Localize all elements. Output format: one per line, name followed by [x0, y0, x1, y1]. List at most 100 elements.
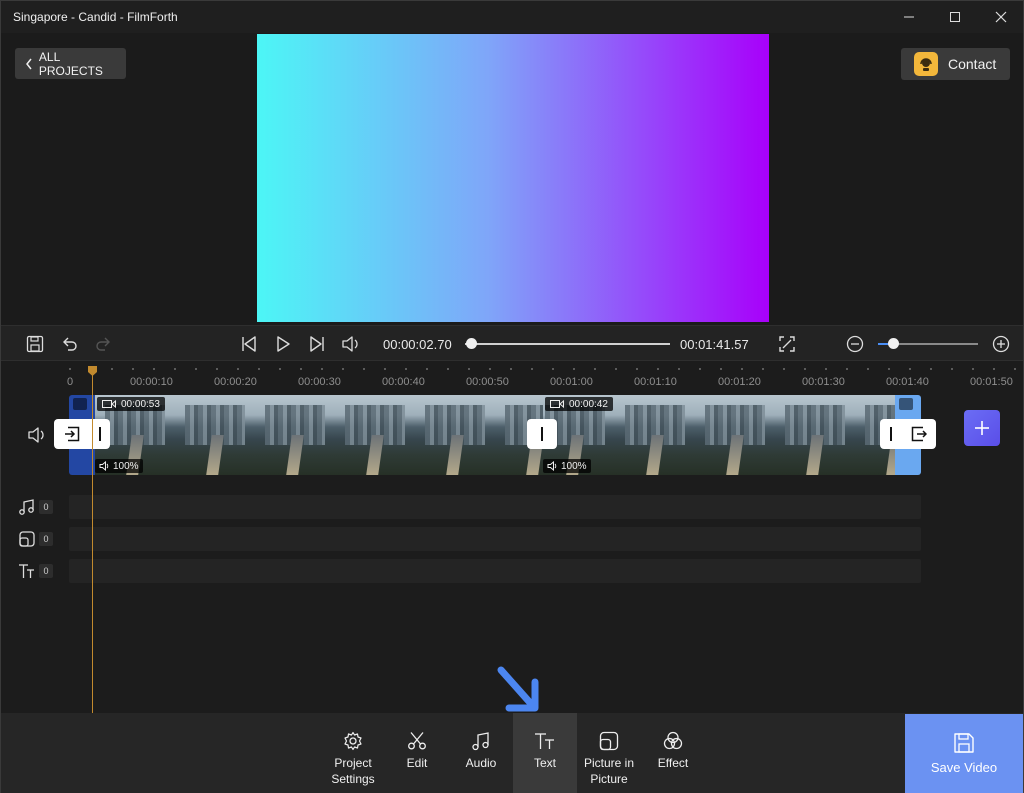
ruler-label: 00:01:50 — [970, 376, 1013, 388]
minimize-icon — [904, 16, 914, 18]
current-time: 00:00:02.70 — [383, 337, 452, 352]
ruler-tick — [1014, 368, 1016, 370]
video-clip-2[interactable]: 00:00:42 100% — [543, 395, 895, 475]
ruler-tick — [783, 368, 785, 370]
outro-transition-handle[interactable] — [880, 419, 936, 449]
save-video-label: Save Video — [930, 760, 998, 775]
ruler-tick — [363, 368, 365, 370]
track-volume-button[interactable] — [26, 424, 48, 446]
play-icon — [277, 336, 290, 352]
speaker-icon — [342, 336, 358, 352]
seek-slider-thumb[interactable] — [465, 338, 477, 349]
ruler-label: 00:00:30 — [298, 376, 341, 388]
redo-button[interactable] — [92, 333, 114, 355]
add-clip-button[interactable] — [964, 410, 1000, 446]
ruler-tick — [993, 368, 995, 370]
text-icon — [535, 733, 554, 749]
save-video-button[interactable]: Save Video — [905, 714, 1023, 793]
ruler-tick — [489, 368, 491, 370]
audio-button[interactable]: Audio — [449, 713, 513, 793]
skip-start-button[interactable] — [238, 333, 260, 355]
ruler-tick — [657, 368, 659, 370]
playhead-marker[interactable] — [88, 366, 97, 376]
undo-button[interactable] — [59, 333, 81, 355]
video-preview-canvas[interactable] — [257, 34, 769, 322]
ruler-tick — [510, 368, 512, 370]
video-clip-1[interactable]: 00:00:53 100% — [95, 395, 543, 475]
ruler-tick — [930, 368, 932, 370]
gear-icon — [344, 731, 362, 751]
close-icon — [995, 11, 1007, 23]
effect-button[interactable]: Effect — [641, 713, 705, 793]
ruler-tick — [741, 368, 743, 370]
ruler-tick — [699, 368, 701, 370]
all-projects-button[interactable]: ALL PROJECTS — [15, 48, 126, 79]
ruler-tick — [405, 368, 407, 370]
playhead[interactable] — [92, 370, 93, 713]
ruler-tick — [384, 368, 386, 370]
zoom-in-button[interactable] — [990, 333, 1012, 355]
intro-transition-handle[interactable] — [54, 419, 110, 449]
ruler-tick — [762, 368, 764, 370]
picture-in-picture-icon — [17, 529, 37, 549]
zoom-slider-thumb[interactable] — [888, 338, 899, 349]
fullscreen-button[interactable] — [776, 333, 798, 355]
timeline: 0 00:00:10 00:00:20 00:00:30 00:00:40 00:00:5… — [1, 362, 1023, 713]
minimize-button[interactable] — [886, 1, 932, 33]
ruler-label: 00:00:10 — [130, 376, 173, 388]
save-project-button[interactable] — [24, 333, 46, 355]
skip-end-button[interactable] — [306, 333, 328, 355]
pip-track[interactable] — [69, 527, 921, 551]
ruler-label: 00:00:20 — [214, 376, 257, 388]
contact-button[interactable]: Contact — [901, 48, 1010, 80]
text-button[interactable]: Text — [513, 713, 577, 793]
play-button[interactable] — [272, 333, 294, 355]
split-handle[interactable] — [527, 419, 557, 449]
ruler-label: 00:01:10 — [634, 376, 677, 388]
video-camera-icon — [102, 399, 116, 409]
ruler-label: 00:01:30 — [802, 376, 845, 388]
text-track-count: 0 — [39, 564, 53, 578]
picture-in-picture-icon — [599, 731, 619, 751]
ruler-tick — [909, 368, 911, 370]
skip-forward-icon — [310, 336, 324, 352]
audio-label: Audio — [465, 756, 497, 770]
picture-in-picture-button[interactable]: Picture in Picture — [577, 713, 641, 793]
ruler-tick — [258, 368, 260, 370]
ruler-tick — [867, 368, 869, 370]
ruler-tick — [111, 368, 113, 370]
preview-area: ALL PROJECTS Contact — [1, 33, 1023, 325]
music-note-icon — [472, 732, 489, 751]
edit-button[interactable]: Edit — [385, 713, 449, 793]
audio-track[interactable] — [69, 495, 921, 519]
close-button[interactable] — [978, 1, 1024, 33]
maximize-button[interactable] — [932, 1, 978, 33]
ruler-tick — [552, 368, 554, 370]
redo-icon — [96, 337, 110, 351]
trim-bar-icon — [889, 427, 892, 441]
muted-speaker-icon — [547, 461, 557, 471]
ruler-label: 00:01:40 — [886, 376, 929, 388]
volume-button[interactable] — [340, 333, 362, 355]
zoom-out-button[interactable] — [844, 333, 866, 355]
clip-duration-badge: 00:00:53 — [97, 397, 165, 411]
text-track[interactable] — [69, 559, 921, 583]
ruler-tick — [153, 368, 155, 370]
ruler-tick — [594, 368, 596, 370]
project-settings-button[interactable]: Project Settings — [321, 713, 385, 793]
ruler-tick — [468, 368, 470, 370]
ruler-tick — [69, 368, 71, 370]
total-time: 00:01:41.57 — [680, 337, 749, 352]
clip-volume-badge: 100% — [95, 459, 143, 473]
clip-duration-badge: 00:00:42 — [545, 397, 613, 411]
ruler-tick — [426, 368, 428, 370]
all-projects-label: ALL PROJECTS — [38, 49, 103, 78]
ruler-label: 0 — [67, 376, 74, 388]
pip-label-1: Picture in — [583, 756, 635, 770]
clip-2-volume: 100% — [561, 460, 587, 472]
seek-slider[interactable] — [465, 343, 670, 345]
trim-bar-icon — [98, 427, 101, 441]
headset-icon — [914, 52, 938, 76]
edit-label: Edit — [406, 756, 428, 770]
ruler-tick — [300, 368, 302, 370]
